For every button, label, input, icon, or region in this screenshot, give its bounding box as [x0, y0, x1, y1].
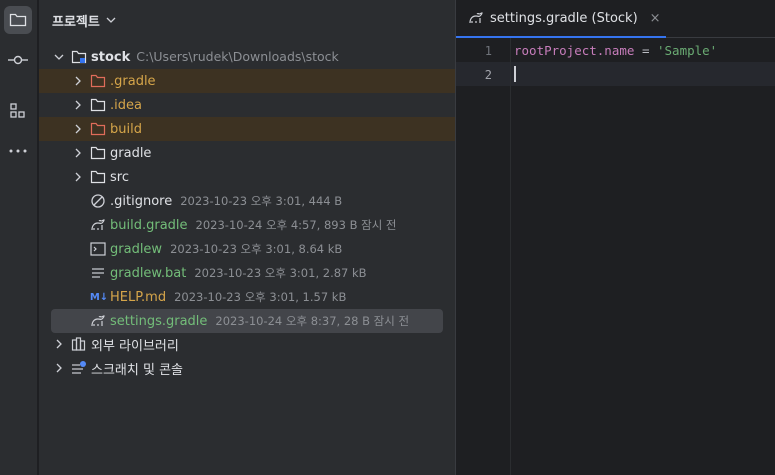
tree-file-gitignore[interactable]: .gitignore 2023-10-23 오후 3:01, 444 B [39, 189, 455, 213]
file-label: gradlew.bat [110, 266, 187, 281]
file-meta: 2023-10-23 오후 3:01, 8.64 kB [170, 242, 343, 256]
close-icon[interactable]: × [650, 11, 661, 26]
markdown-icon: M↓ [89, 289, 109, 305]
tab-settings-gradle[interactable]: settings.gradle (Stock) × [456, 0, 666, 38]
gradle-elephant-icon [469, 12, 483, 24]
folder-icon [9, 13, 27, 27]
text-caret [514, 66, 516, 82]
module-folder-icon [71, 49, 87, 65]
text-file-icon [90, 265, 106, 281]
file-label: HELP.md [110, 290, 167, 305]
file-meta: 2023-10-23 오후 3:01, 1.57 kB [174, 290, 347, 304]
scratches-label: 스크래치 및 콘솔 [91, 362, 183, 378]
project-tool-button[interactable] [4, 6, 32, 34]
chevron-down-icon[interactable] [53, 51, 65, 63]
external-libraries-label: 외부 라이브러리 [91, 338, 179, 354]
project-panel-title: 프로젝트 [52, 14, 100, 30]
chevron-right-icon[interactable] [72, 99, 84, 111]
editor-tab-bar: settings.gradle (Stock) × [456, 0, 775, 38]
code-property: rootProject.name [514, 43, 635, 58]
ignore-file-icon [90, 193, 106, 209]
terminal-script-icon [90, 241, 106, 257]
code-line-1[interactable]: rootProject.name = 'Sample' [514, 43, 717, 58]
more-horizontal-icon [9, 149, 27, 153]
tree-file-gradlew[interactable]: gradlew 2023-10-23 오후 3:01, 8.64 kB [39, 237, 455, 261]
library-icon [71, 336, 87, 352]
file-label: settings.gradle [110, 314, 208, 329]
gradle-elephant-icon [90, 217, 106, 233]
folder-icon [90, 145, 106, 161]
chevron-right-icon[interactable] [72, 147, 84, 159]
structure-tool-button[interactable] [4, 97, 32, 125]
folder-label: build [110, 121, 142, 137]
gradle-elephant-icon [90, 313, 106, 329]
chevron-right-icon[interactable] [53, 362, 65, 374]
chevron-down-icon [106, 17, 116, 23]
tree-root-stock[interactable]: stock C:\Users\rudek\Downloads\stock [39, 45, 455, 69]
folder-icon [90, 73, 106, 89]
project-panel: 프로젝트 stock C:\Users\rudek\Downloads\stock… [39, 0, 455, 475]
chevron-right-icon[interactable] [72, 75, 84, 87]
tree-folder-gradle[interactable]: gradle [39, 141, 455, 165]
structure-icon [10, 103, 25, 118]
file-label: build.gradle [110, 218, 188, 233]
folder-icon [90, 121, 106, 137]
project-view-selector[interactable]: 프로젝트 [52, 10, 116, 30]
file-meta: 2023-10-23 오후 3:01, 444 B [180, 194, 343, 208]
file-label: .gitignore [110, 194, 173, 209]
tree-file-help-md[interactable]: M↓ HELP.md 2023-10-23 오후 3:01, 1.57 kB [39, 285, 455, 309]
root-path: C:\Users\rudek\Downloads\stock [136, 49, 339, 64]
tree-file-gradlew-bat[interactable]: gradlew.bat 2023-10-23 오후 3:01, 2.87 kB [39, 261, 455, 285]
tab-label: settings.gradle (Stock) [490, 10, 638, 26]
scratch-icon [71, 360, 87, 376]
tree-scratches-consoles[interactable]: 스크래치 및 콘솔 [39, 356, 455, 380]
tree-folder-idea[interactable]: .idea [39, 93, 455, 117]
folder-label: gradle [110, 145, 152, 161]
folder-icon [90, 97, 106, 113]
tree-folder-src[interactable]: src [39, 165, 455, 189]
folder-label: src [110, 169, 129, 185]
chevron-right-icon[interactable] [72, 123, 84, 135]
file-meta: 2023-10-23 오후 3:01, 2.87 kB [194, 266, 367, 280]
markdown-badge: M↓ [89, 291, 109, 303]
tree-folder-build[interactable]: build [39, 117, 455, 141]
code-string: 'Sample' [657, 43, 718, 58]
folder-icon [90, 169, 106, 185]
chevron-right-icon[interactable] [72, 171, 84, 183]
file-label: gradlew [110, 242, 163, 257]
editor-area: settings.gradle (Stock) × 1 2 rootProjec… [455, 0, 775, 475]
tree-file-build-gradle[interactable]: build.gradle 2023-10-24 오후 4:57, 893 B 잠시… [39, 213, 455, 237]
line-number: 1 [484, 44, 492, 58]
commit-tool-button[interactable] [4, 46, 32, 74]
file-meta: 2023-10-24 오후 4:57, 893 B 잠시 전 [195, 218, 397, 232]
code-operator: = [634, 43, 657, 58]
folder-label: .idea [110, 97, 142, 113]
tree-folder-dot-gradle[interactable]: .gradle [39, 69, 455, 93]
chevron-right-icon[interactable] [53, 338, 65, 350]
tool-window-strip [0, 0, 38, 475]
root-name: stock [91, 50, 131, 65]
tree-external-libraries[interactable]: 외부 라이브러리 [39, 332, 455, 356]
more-tools-button[interactable] [4, 137, 32, 165]
line-number-gutter [456, 38, 511, 475]
commit-icon [8, 55, 28, 65]
line-number: 2 [484, 68, 492, 82]
file-meta: 2023-10-24 오후 8:37, 28 B 잠시 전 [215, 314, 410, 328]
tree-file-settings-gradle[interactable]: settings.gradle 2023-10-24 오후 8:37, 28 B … [51, 309, 443, 333]
folder-label: .gradle [110, 73, 156, 89]
